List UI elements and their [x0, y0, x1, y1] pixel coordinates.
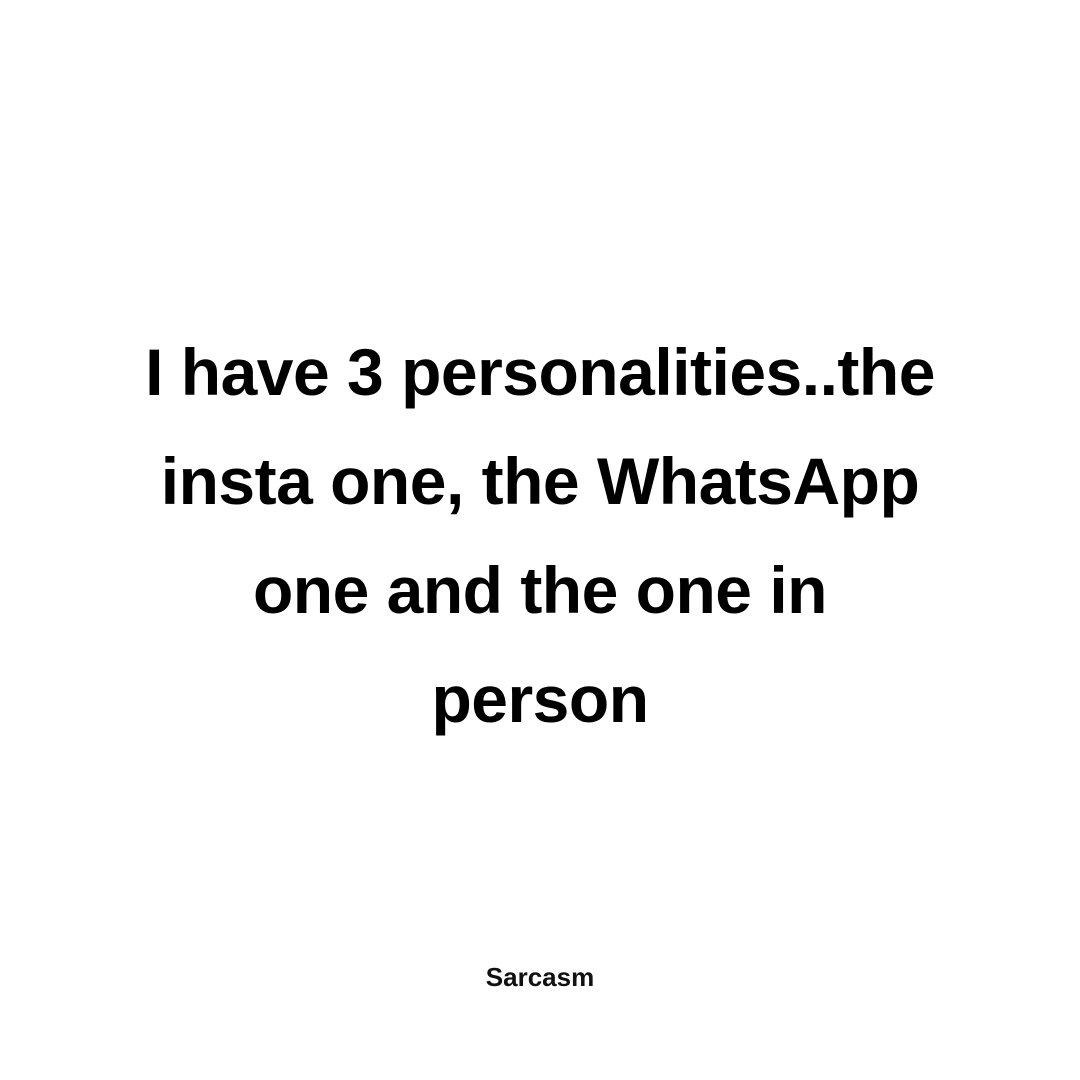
quote-text: I have 3 personalities..the insta one, t…	[60, 318, 1020, 754]
quote-line-1: I have 3 personalities..the	[145, 335, 935, 409]
quote-line-2: insta one, the WhatsApp	[160, 444, 920, 518]
quote-line-4: person	[431, 662, 649, 736]
post-canvas: I have 3 personalities..the insta one, t…	[0, 0, 1080, 1080]
source-credit: Sarcasm	[485, 962, 595, 992]
quote-line-3: one and the one in	[252, 553, 828, 627]
